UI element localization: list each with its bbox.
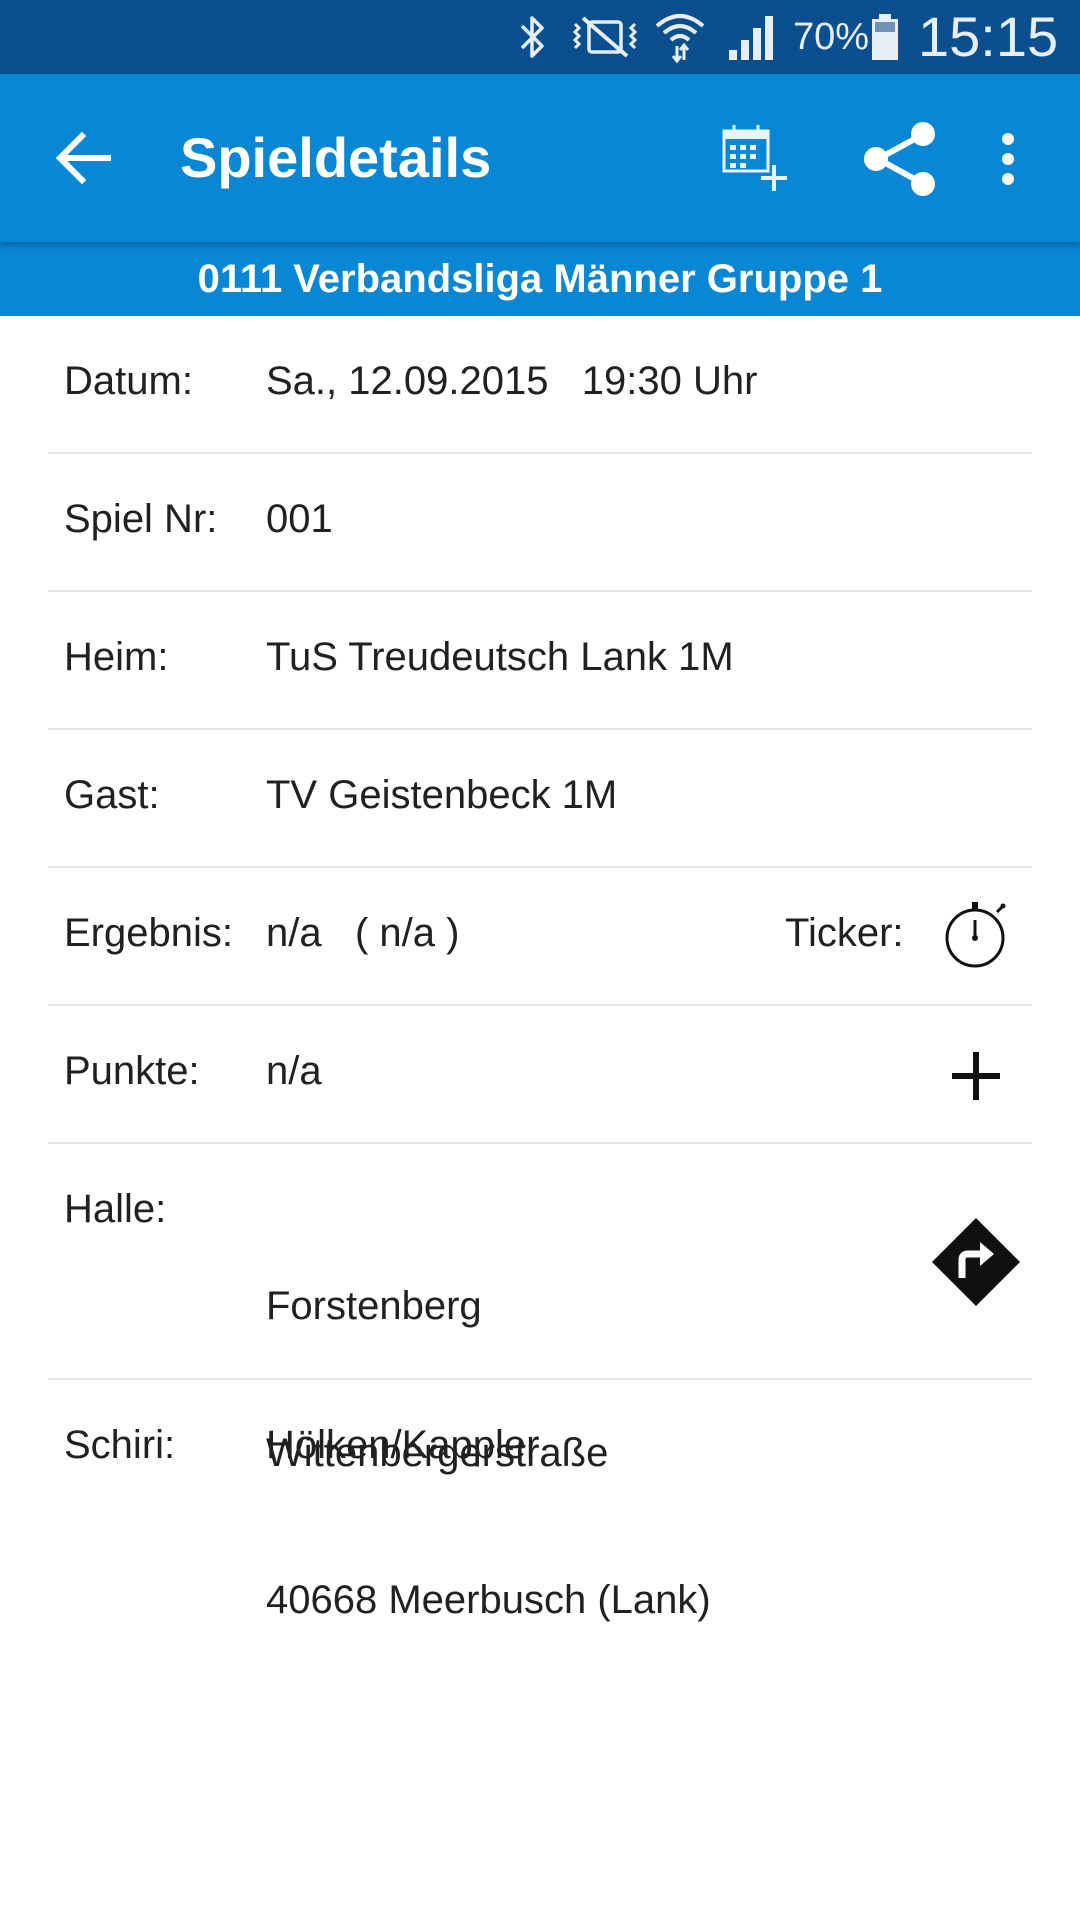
status-bar: 70% 15:15 [0, 0, 1080, 74]
halle-city: 40668 Meerbusch (Lank) [266, 1578, 711, 1622]
ticker-label: Ticker: [785, 911, 904, 955]
detail-row-ergebnis: Ergebnis: n/a ( n/a ) Ticker: [48, 868, 1032, 1006]
detail-row-spiel-nr: Spiel Nr: 001 [48, 454, 1032, 592]
clock: 15:15 [918, 5, 1059, 68]
heim-value: TuS Treudeutsch Lank 1M [266, 635, 734, 679]
detail-row-datum: Datum: Sa., 12.09.2015 19:30 Uhr [48, 316, 1032, 454]
app-bar: Spieldetails [0, 74, 1080, 242]
more-vert-icon[interactable] [990, 114, 1026, 204]
heim-label: Heim: [64, 635, 169, 679]
punkte-value: n/a [266, 1049, 322, 1093]
ergebnis-value: n/a ( n/a ) [266, 911, 460, 955]
detail-row-halle: Halle: Forstenberg Wittenbergerstraße 40… [48, 1144, 1032, 1622]
calendar-add-icon[interactable] [716, 114, 796, 204]
bluetooth-icon [515, 8, 551, 66]
signal-icon [727, 8, 777, 66]
ergebnis-label: Ergebnis: [64, 911, 233, 955]
schiri-label: Schiri: [64, 1423, 176, 1467]
datum-value: Sa., 12.09.2015 19:30 Uhr [266, 359, 758, 403]
vibrate-mute-icon [568, 8, 642, 66]
page-title: Spieldetails [180, 126, 492, 189]
gast-label: Gast: [64, 773, 160, 817]
datum-label: Datum: [64, 359, 193, 403]
share-icon[interactable] [858, 114, 942, 204]
detail-row-heim: Heim: TuS Treudeutsch Lank 1M [48, 592, 1032, 730]
add-icon[interactable] [946, 1046, 1006, 1106]
halle-name: Forstenberg [266, 1284, 482, 1328]
back-arrow-icon[interactable] [52, 126, 116, 190]
spiel-nr-value: 001 [266, 497, 333, 541]
league-banner: 0111 Verbandsliga Männer Gruppe 1 [0, 242, 1080, 316]
punkte-label: Punkte: [64, 1049, 200, 1093]
directions-icon[interactable] [930, 1216, 1022, 1308]
stopwatch-icon[interactable] [941, 898, 1013, 970]
gast-value: TV Geistenbeck 1M [266, 773, 618, 817]
battery-percent: 70% [793, 16, 870, 58]
detail-row-schiri: Schiri: Hölken/Kappler [48, 1380, 1032, 1516]
halle-label: Halle: [64, 1187, 167, 1231]
match-details: Datum: Sa., 12.09.2015 19:30 Uhr Spiel N… [0, 316, 1080, 1622]
detail-row-punkte: Punkte: n/a [48, 1006, 1032, 1144]
wifi-icon [652, 8, 708, 66]
detail-row-gast: Gast: TV Geistenbeck 1M [48, 730, 1032, 868]
battery-icon [868, 8, 902, 66]
schiri-value: Hölken/Kappler [266, 1423, 540, 1467]
spiel-nr-label: Spiel Nr: [64, 497, 218, 541]
